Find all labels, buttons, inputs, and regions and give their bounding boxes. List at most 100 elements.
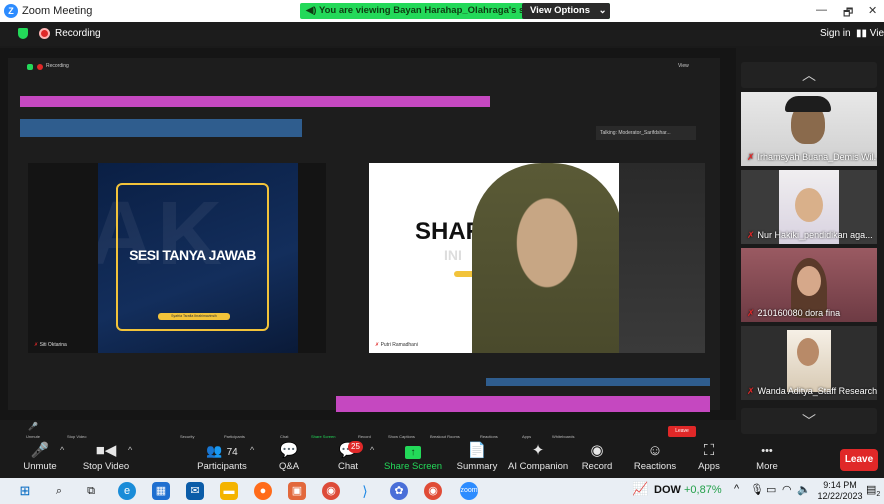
ai-companion-button[interactable]: ✦ AI Companion xyxy=(508,441,568,477)
speaker-icon: ◀) xyxy=(306,5,317,16)
video-background xyxy=(619,163,705,353)
office-app-icon[interactable]: ▣ xyxy=(288,482,306,500)
meeting-toolbar: 🎤 Unmute ^ ■◀ Stop Video ^ 👥 74 Particip… xyxy=(0,441,884,477)
participant-video-face xyxy=(797,266,821,296)
close-button[interactable]: ✕ xyxy=(868,4,877,17)
wifi-icon[interactable]: ◠ xyxy=(782,483,792,496)
tray-chevron-up-icon[interactable]: ^ xyxy=(734,483,739,495)
gallery-scroll-up-button[interactable]: ︿ xyxy=(741,62,877,88)
share-screen-icon: ↑ xyxy=(384,441,442,461)
sign-in-link[interactable]: Sign in xyxy=(820,28,851,39)
slide-title: SESI TANYA JAWAB xyxy=(129,247,256,263)
system-clock[interactable]: 9:14 PM 12/22/2023 xyxy=(816,480,864,502)
chrome-profile-icon[interactable]: ◉ xyxy=(424,482,442,500)
participant-gallery: ︿ ✗ Irhamsyah Buana_Demis Wil... ✗ Nur Hak… xyxy=(736,48,884,434)
decor-bar-pink-2 xyxy=(336,396,710,412)
battery-icon[interactable]: ▭ xyxy=(766,483,776,496)
qa-button[interactable]: 💬 Q&A xyxy=(274,441,304,477)
vscode-icon[interactable]: ⟩ xyxy=(356,482,374,500)
inner-captions: Show Captions xyxy=(388,434,415,439)
more-button[interactable]: ••• More xyxy=(752,441,782,477)
minimize-button[interactable]: — xyxy=(816,4,827,16)
participant-video-hair xyxy=(785,96,831,112)
stop-video-button[interactable]: ■◀ Stop Video xyxy=(78,441,134,477)
inner-view-label: View xyxy=(678,63,689,69)
microphone-tray-icon[interactable]: 🎙 xyxy=(750,483,764,496)
stock-change: +0,87% xyxy=(684,484,722,496)
apps-button[interactable]: ⛶ Apps xyxy=(694,441,724,477)
inner-whiteboards: Whiteboards xyxy=(552,434,575,439)
participant-name-tag: ✗ Putri Ramadhani xyxy=(375,342,418,348)
inner-mic-icon: 🎤 xyxy=(28,422,38,431)
summary-icon: 📄 xyxy=(467,442,487,459)
apps-icon: ⛶ xyxy=(703,442,715,459)
inner-security: Security xyxy=(180,434,195,439)
mic-muted-icon: 🎤 xyxy=(30,442,50,459)
inner-toolbar: 🎤 Unmute Stop Video Security Participant… xyxy=(0,422,736,442)
window-title-bar: Z Zoom Meeting ◀) You are viewing Bayan … xyxy=(0,0,884,22)
ai-sparkle-icon: ✦ xyxy=(531,442,545,459)
inner-breakout: Breakout Rooms xyxy=(430,434,460,439)
participants-icon: 👥 74 xyxy=(206,443,238,458)
view-button[interactable]: ▮▮ View xyxy=(856,28,884,39)
inner-apps: Apps xyxy=(522,434,532,439)
reactions-button[interactable]: ☺ Reactions xyxy=(630,441,680,477)
chevron-down-icon: ⌄ xyxy=(598,5,607,16)
meeting-status-bar: Recording Sign in ▮▮ View xyxy=(0,22,884,46)
video-tile-putri: SHAR S INI ✗ Putri Ramadhani xyxy=(369,163,705,353)
os-taskbar: ⊞ ⌕ ⧉ e ▦ ✉ ▬ ● ▣ ◉ ⟩ ✿ ◉ zoom 📈 DOW +0,… xyxy=(0,478,884,504)
participants-options-chevron[interactable]: ^ xyxy=(250,445,254,455)
participant-tile[interactable]: ✗ 210160080 dora fina xyxy=(741,248,877,322)
volume-icon[interactable]: 🔈 xyxy=(797,483,811,496)
participant-tile[interactable]: ✗ Nur Hakiki_pendidikan aga... xyxy=(741,170,877,244)
inner-recording-label: Recording xyxy=(46,63,69,69)
file-explorer-icon[interactable]: ▬ xyxy=(220,482,238,500)
firefox-icon[interactable]: ● xyxy=(254,482,272,500)
windows-start-icon[interactable]: ⊞ xyxy=(16,482,34,500)
video-camera-icon: ■◀ xyxy=(95,442,117,459)
video-options-chevron[interactable]: ^ xyxy=(128,445,132,455)
search-icon[interactable]: ⌕ xyxy=(50,482,68,500)
inner-recording-icon xyxy=(37,64,43,70)
decor-bar-blue-2 xyxy=(486,378,710,386)
view-options-button[interactable]: View Options ⌄ xyxy=(522,3,610,19)
leave-button[interactable]: Leave xyxy=(840,449,878,471)
record-button[interactable]: ◉ Record xyxy=(578,441,616,477)
gallery-scroll-down-button[interactable]: ﹀ xyxy=(741,408,877,434)
unmute-button[interactable]: 🎤 Unmute xyxy=(18,441,62,477)
inner-shield-icon xyxy=(27,64,33,70)
recording-label[interactable]: Recording xyxy=(55,28,101,39)
participant-name: ✗ 210160080 dora fina xyxy=(747,308,841,318)
mail-icon[interactable]: ✉ xyxy=(186,482,204,500)
slide-speaker-label: Syafria Tsrafia Ibrahimavinsih xyxy=(158,313,230,320)
restore-button[interactable]: 🗗 xyxy=(843,4,853,23)
zoom-taskbar-icon[interactable]: zoom xyxy=(460,482,478,500)
notification-icon[interactable]: ▤2 xyxy=(866,483,880,498)
decor-bar-blue xyxy=(20,119,302,137)
unmute-options-chevron[interactable]: ^ xyxy=(60,445,64,455)
view-grid-icon: ▮▮ xyxy=(856,28,868,39)
share-screen-button[interactable]: ↑ Share Screen xyxy=(384,441,442,477)
encryption-shield-icon[interactable] xyxy=(18,28,28,39)
inner-reactions: Reactions xyxy=(480,434,498,439)
task-view-icon[interactable]: ⧉ xyxy=(82,482,100,500)
inner-unmute: Unmute xyxy=(26,434,41,439)
store-icon[interactable]: ▦ xyxy=(152,482,170,500)
chat-button[interactable]: 💬 Chat 25 xyxy=(330,441,366,477)
participant-tile[interactable]: ✗ Irhamsyah Buana_Demis Wil... xyxy=(741,92,877,166)
summary-button[interactable]: 📄 Summary xyxy=(452,441,502,477)
talking-indicator: Talking: Moderator_Sarifdshar... xyxy=(596,126,696,140)
participant-tile[interactable]: ✗ Wanda Aditya_Staff Research xyxy=(741,326,877,400)
speaker-video xyxy=(472,163,622,353)
app-icon[interactable]: ✿ xyxy=(390,482,408,500)
edge-browser-icon[interactable]: e xyxy=(118,482,136,500)
slide-sub-text: INI xyxy=(444,247,462,263)
stock-ticker[interactable]: DOW xyxy=(654,484,681,496)
inner-record: Record xyxy=(358,434,371,439)
participant-name: ✗ Wanda Aditya_Staff Research xyxy=(747,386,877,396)
chrome-icon[interactable]: ◉ xyxy=(322,482,340,500)
participants-button[interactable]: 👥 74 Participants xyxy=(190,441,254,477)
inner-leave-button: Leave xyxy=(668,426,696,437)
inner-share: Share Screen xyxy=(311,434,336,439)
chat-options-chevron[interactable]: ^ xyxy=(370,445,374,455)
